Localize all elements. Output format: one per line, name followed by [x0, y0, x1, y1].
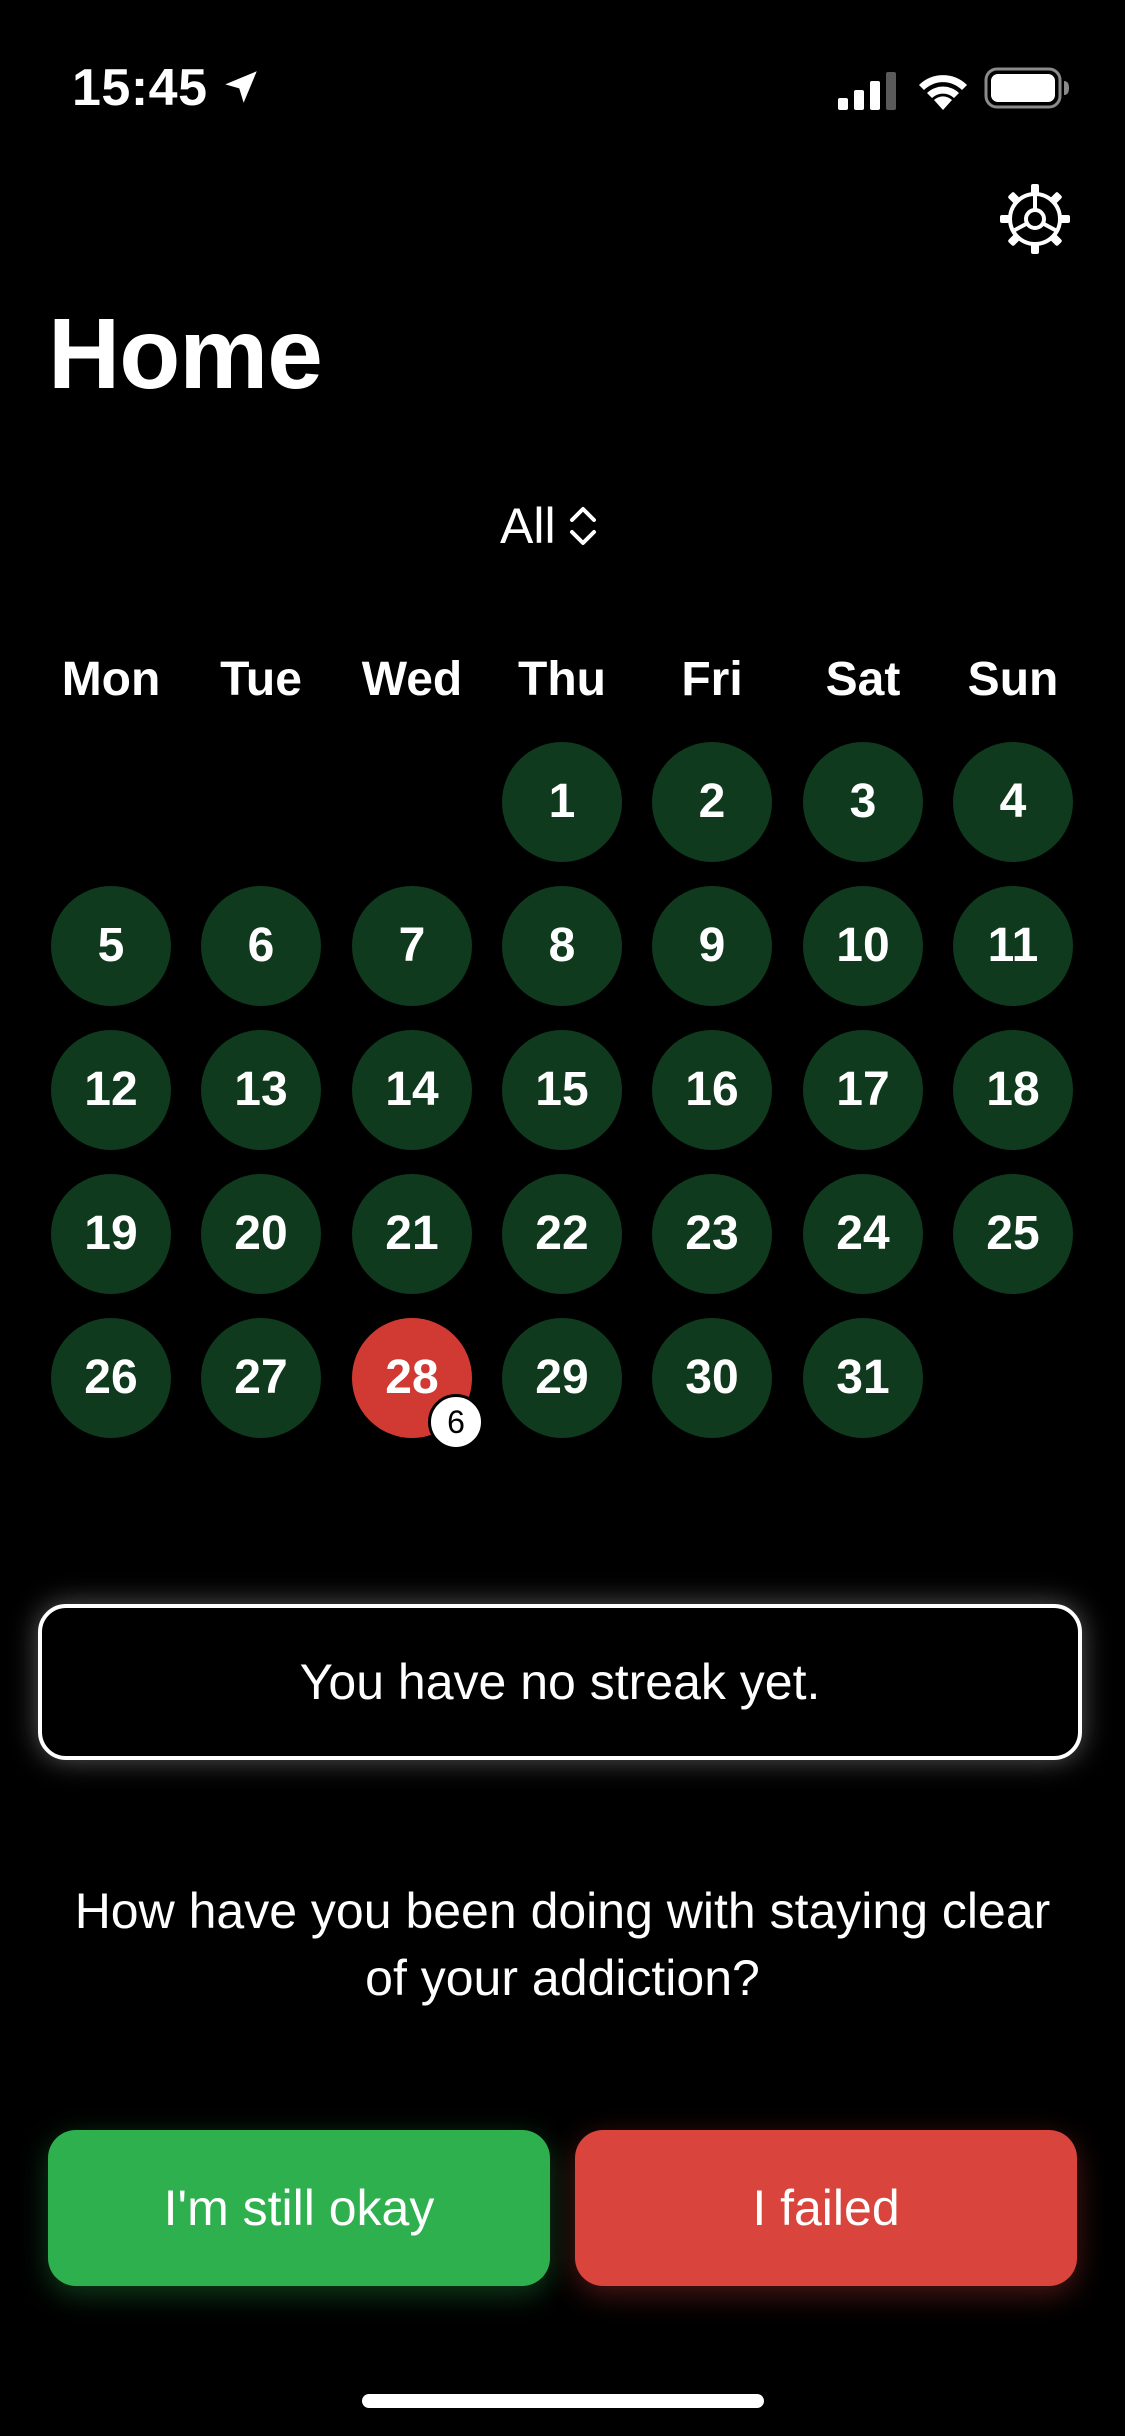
page-title: Home [48, 298, 323, 410]
calendar-day-number: 6 [247, 919, 275, 972]
streak-box: You have no streak yet. [38, 1604, 1082, 1760]
calendar-day-number: 18 [986, 1063, 1040, 1116]
calendar-day[interactable]: 27 [201, 1318, 321, 1438]
filter-label: All [500, 498, 556, 554]
calendar-day[interactable]: 17 [803, 1030, 923, 1150]
calendar-day[interactable]: 19 [51, 1174, 171, 1294]
streak-text: You have no streak yet. [299, 1654, 821, 1710]
calendar-day[interactable]: 2 [652, 742, 772, 862]
calendar-day[interactable]: 24 [803, 1174, 923, 1294]
calendar-day-number: 19 [84, 1207, 138, 1260]
calendar-day[interactable]: 4 [953, 742, 1073, 862]
calendar-day[interactable]: 11 [953, 886, 1073, 1006]
calendar-day-number: 11 [987, 919, 1039, 972]
calendar-day[interactable]: 20 [201, 1174, 321, 1294]
calendar-day-number: 10 [836, 919, 890, 972]
calendar-day-number: 28 [385, 1351, 439, 1404]
wifi-icon [919, 75, 967, 110]
calendar-day-number: 5 [97, 919, 125, 972]
calendar-day-number: 7 [398, 919, 426, 972]
chevron-up-down-icon [569, 507, 596, 545]
calendar-day-number: 14 [385, 1063, 439, 1116]
calendar-day[interactable]: 16 [652, 1030, 772, 1150]
calendar-day-number: 4 [999, 775, 1027, 828]
calendar-day[interactable]: 31 [803, 1318, 923, 1438]
calendar-day-number: 12 [84, 1063, 138, 1116]
relapse-count-badge: 6 [428, 1394, 484, 1450]
status-time: 15:45 [72, 59, 208, 117]
calendar-day-number: 13 [234, 1063, 288, 1116]
gear-icon [1000, 184, 1070, 254]
calendar-day[interactable]: 14 [352, 1030, 472, 1150]
weekday-label: Tue [220, 653, 302, 706]
calendar-day-number: 23 [685, 1207, 739, 1260]
calendar-day-number: 20 [234, 1207, 288, 1260]
calendar-day-number: 8 [548, 919, 576, 972]
calendar-day[interactable]: 23 [652, 1174, 772, 1294]
calendar-day[interactable]: 30 [652, 1318, 772, 1438]
weekday-label: Mon [61, 653, 161, 706]
calendar-day-number: 26 [84, 1351, 138, 1404]
calendar-day-number: 3 [849, 775, 877, 828]
calendar-day-number: 31 [836, 1351, 890, 1404]
cellular-signal-icon [838, 72, 896, 110]
calendar-day[interactable]: 3 [803, 742, 923, 862]
calendar-day-number: 27 [234, 1351, 288, 1404]
status-bar: 15:45 [0, 0, 1125, 140]
calendar-day[interactable]: 6 [201, 886, 321, 1006]
calendar-day-number: 17 [836, 1063, 890, 1116]
weekday-label: Sun [967, 653, 1059, 706]
question-text: How have you been doing with staying cle… [74, 1883, 1051, 2006]
calendar-day[interactable]: 18 [953, 1030, 1073, 1150]
calendar-day[interactable]: 8 [502, 886, 622, 1006]
settings-button[interactable] [996, 180, 1074, 258]
calendar-day-number: 2 [698, 775, 726, 828]
calendar-day-number: 15 [535, 1063, 589, 1116]
calendar-day-number: 29 [535, 1351, 589, 1404]
battery-icon [984, 67, 1069, 109]
weekday-label: Sat [825, 653, 901, 706]
filter-select[interactable]: All [500, 494, 600, 558]
calendar-day[interactable]: 15 [502, 1030, 622, 1150]
calendar-day[interactable]: 12 [51, 1030, 171, 1150]
calendar-day[interactable]: 29 [502, 1318, 622, 1438]
calendar-day[interactable]: 13 [201, 1030, 321, 1150]
location-arrow-icon [225, 71, 257, 103]
calendar-day[interactable]: 28 6 [352, 1318, 484, 1450]
calendar-day-number: 24 [836, 1207, 890, 1260]
calendar-day[interactable]: 26 [51, 1318, 171, 1438]
calendar-day-number: 9 [698, 919, 726, 972]
calendar-day-number: 22 [535, 1207, 589, 1260]
calendar-day[interactable]: 1 [502, 742, 622, 862]
failed-button[interactable]: I failed [575, 2130, 1077, 2286]
calendar-day[interactable]: 7 [352, 886, 472, 1006]
calendar-day-number: 16 [685, 1063, 739, 1116]
calendar-day-number: 30 [685, 1351, 739, 1404]
calendar-day[interactable]: 5 [51, 886, 171, 1006]
calendar-day-number: 1 [548, 775, 576, 828]
home-indicator[interactable] [362, 2394, 764, 2408]
calendar-day[interactable]: 22 [502, 1174, 622, 1294]
weekday-label: Thu [518, 653, 606, 706]
calendar-day-number: 25 [986, 1207, 1040, 1260]
calendar-day[interactable]: 10 [803, 886, 923, 1006]
calendar-day[interactable]: 21 [352, 1174, 472, 1294]
still-okay-button[interactable]: I'm still okay [48, 2130, 550, 2286]
weekday-label: Wed [361, 653, 463, 706]
calendar-day[interactable]: 9 [652, 886, 772, 1006]
calendar-day-number: 21 [385, 1207, 439, 1260]
weekday-label: Fri [681, 653, 743, 706]
calendar-day[interactable]: 25 [953, 1174, 1073, 1294]
